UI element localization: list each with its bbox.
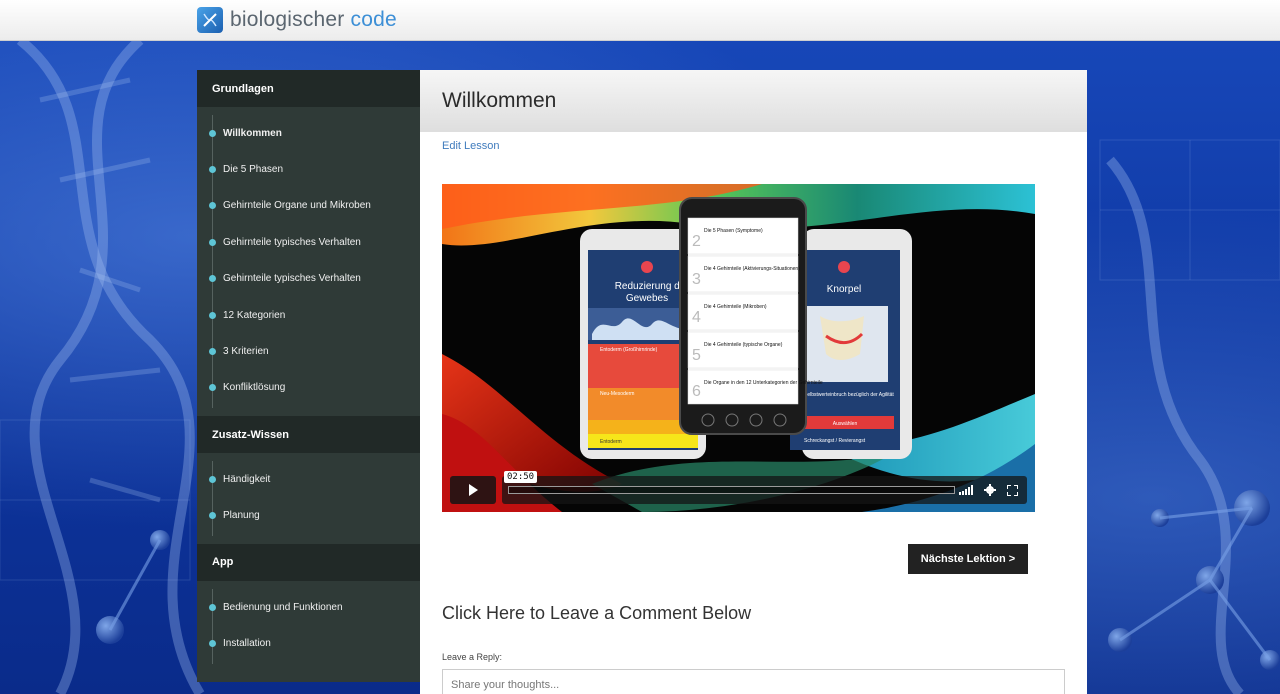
phone-right-button: Auswählen	[833, 421, 858, 427]
phone-left-row-1: Entoderm (Großhirnrinde)	[600, 347, 658, 353]
fullscreen-button[interactable]	[1003, 483, 1021, 497]
section-title-app: App	[197, 543, 420, 581]
lesson-item-12-kategorien[interactable]: 12 Kategorien	[197, 297, 420, 333]
lesson-item-haendigkeit[interactable]: Händigkeit	[197, 461, 420, 497]
lesson-label: Gehirnteile typisches Verhalten	[223, 273, 361, 285]
lesson-label: Gehirnteile typisches Verhalten	[223, 236, 361, 248]
lesson-dot-icon	[209, 384, 216, 392]
phone-right: Knorpel Selbstwerteinbruch bezüglich der…	[790, 229, 912, 459]
section-title-grundlagen: Grundlagen	[197, 70, 420, 107]
svg-text:3: 3	[692, 271, 701, 288]
lesson-label: Gehirnteile Organe und Mikroben	[223, 200, 371, 212]
phone-left-row-8: Entoderm	[600, 439, 622, 445]
phone-center-item-2: Die 5 Phasen (Symptome)	[704, 228, 763, 234]
lesson-label: Planung	[223, 510, 260, 522]
reply-label: Leave a Reply:	[442, 652, 503, 662]
course-sidebar: Grundlagen Willkommen Die 5 Phasen Gehir…	[197, 70, 420, 682]
lesson-content: Willkommen Edit Lesson Reduzierung de Ge…	[420, 70, 1087, 694]
lesson-item-verhalten-2[interactable]: Gehirnteile typisches Verhalten	[197, 261, 420, 297]
lesson-item-3-kriterien[interactable]: 3 Kriterien	[197, 333, 420, 369]
lesson-title-band: Willkommen	[420, 70, 1087, 132]
phone-center: 2 Die 5 Phasen (Symptome) 3 Die 4 Gehirn…	[679, 197, 823, 435]
lesson-label: Händigkeit	[223, 473, 271, 485]
lesson-item-organe-mikroben[interactable]: Gehirnteile Organe und Mikroben	[197, 188, 420, 224]
lesson-label: Die 5 Phasen	[223, 164, 284, 176]
lesson-label: Willkommen	[223, 127, 282, 139]
lesson-label: 3 Kriterien	[223, 346, 269, 358]
lesson-item-willkommen[interactable]: Willkommen	[197, 115, 420, 151]
video-timecode: 02:50	[504, 471, 538, 483]
lesson-item-installation[interactable]: Installation	[197, 625, 420, 661]
phone-right-checkbox-1: Selbstwerteinbruch bezüglich der Agilitä…	[804, 392, 894, 398]
volume-button[interactable]	[959, 483, 977, 497]
lesson-dot-icon	[209, 275, 216, 283]
svg-text:4: 4	[692, 309, 701, 326]
lesson-label: Installation	[223, 637, 271, 649]
comment-section-title: Click Here to Leave a Comment Below	[442, 603, 752, 623]
phone-center-item-5: Die 4 Gehirnteile (typische Organe)	[704, 342, 783, 348]
svg-text:5: 5	[692, 347, 701, 364]
phone-left-title-2: Gewebes	[626, 293, 668, 304]
volume-icon	[959, 485, 973, 495]
lesson-dot-icon	[209, 166, 216, 174]
phone-right-checkbox-2: Schreckangst / Revierangst	[804, 438, 866, 444]
phone-right-title: Knorpel	[827, 284, 861, 295]
phone-left-row-5: Neu-Mesoderm	[600, 391, 634, 397]
logo-word-primary: biologischer	[230, 8, 345, 31]
lesson-dot-icon	[209, 129, 216, 137]
site-logo[interactable]: biologischer code	[197, 7, 397, 33]
phone-center-item-4: Die 4 Gehirnteile (Mikroben)	[704, 304, 767, 310]
lesson-list-zusatz-wissen: Händigkeit Planung	[197, 453, 420, 544]
play-button[interactable]	[450, 476, 496, 504]
lesson-label: Konfliktlösung	[223, 382, 286, 394]
play-icon	[469, 484, 478, 496]
lesson-dot-icon	[209, 639, 216, 647]
lesson-item-konfliktloesung[interactable]: Konfliktlösung	[197, 370, 420, 406]
lesson-list-grundlagen: Willkommen Die 5 Phasen Gehirnteile Orga…	[197, 107, 420, 416]
lesson-label: 12 Kategorien	[223, 309, 286, 321]
phone-left-title-1: Reduzierung de	[615, 281, 686, 292]
video-controls: 02:50	[450, 471, 1027, 504]
lesson-dot-icon	[209, 348, 216, 356]
phone-center-item-6: Die Organe in den 12 Unterkategorien der…	[704, 380, 823, 386]
fullscreen-icon	[1006, 484, 1018, 496]
dna-logo-icon	[197, 7, 223, 33]
site-header: biologischer code	[0, 0, 1280, 41]
lesson-item-bedienung[interactable]: Bedienung und Funktionen	[197, 589, 420, 625]
lesson-dot-icon	[209, 202, 216, 210]
section-title-zusatz-wissen: Zusatz-Wissen	[197, 416, 420, 454]
video-player[interactable]: Reduzierung de Gewebes Entoderm (Großhir…	[442, 184, 1035, 512]
lesson-dot-icon	[209, 603, 216, 611]
lesson-label: Bedienung und Funktionen	[223, 601, 343, 613]
edit-lesson-link[interactable]: Edit Lesson	[442, 140, 499, 152]
phone-center-item-3: Die 4 Gehirnteile (Aktivierungs-Situatio…	[704, 266, 800, 272]
gear-icon	[984, 484, 996, 496]
svg-text:6: 6	[692, 383, 701, 400]
reply-textarea[interactable]	[442, 669, 1065, 694]
lesson-item-verhalten-1[interactable]: Gehirnteile typisches Verhalten	[197, 224, 420, 260]
lesson-list-app: Bedienung und Funktionen Installation	[197, 581, 420, 672]
lesson-item-5-phasen[interactable]: Die 5 Phasen	[197, 151, 420, 187]
page-title: Willkommen	[442, 89, 557, 112]
lesson-dot-icon	[209, 238, 216, 246]
settings-button[interactable]	[981, 483, 999, 497]
logo-word-accent: code	[350, 8, 397, 31]
video-scrubber-bar: 02:50	[502, 471, 1027, 504]
logo-text: biologischer code	[230, 8, 397, 32]
lesson-item-planung[interactable]: Planung	[197, 498, 420, 534]
lesson-dot-icon	[209, 512, 216, 520]
lesson-dot-icon	[209, 475, 216, 483]
video-progress-bar[interactable]: 02:50	[504, 471, 955, 494]
lesson-dot-icon	[209, 311, 216, 319]
video-thumbnail: Reduzierung de Gewebes Entoderm (Großhir…	[442, 184, 1035, 512]
next-lesson-button[interactable]: Nächste Lektion >	[908, 544, 1028, 574]
svg-text:2: 2	[692, 233, 701, 250]
